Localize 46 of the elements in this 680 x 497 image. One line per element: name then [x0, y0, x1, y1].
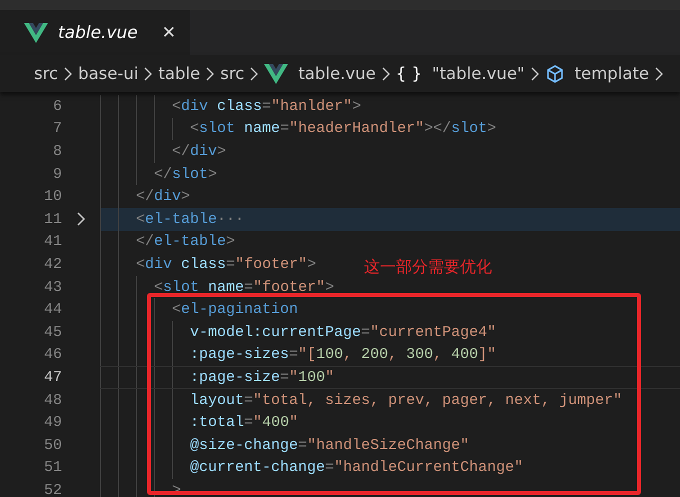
line-number: 50 — [42, 436, 62, 454]
line-number: 43 — [42, 278, 62, 296]
breadcrumb-item[interactable]: "table.vue" — [432, 64, 525, 83]
line-number: 48 — [42, 392, 62, 409]
line-number: 45 — [42, 324, 62, 341]
code-line: layout="total, sizes, prev, pager, next, jumper" — [189, 392, 622, 409]
code-line: <slot name="headerHandler"></slot> — [189, 120, 496, 138]
line-number: 51 — [42, 459, 62, 476]
code-line: @size-change="handleSizeChange" — [189, 436, 470, 454]
breadcrumb-item[interactable]: template — [574, 64, 650, 83]
line-number: 52 — [42, 482, 62, 497]
line-number: 6 — [52, 98, 62, 115]
line-number: 46 — [42, 346, 62, 364]
code-line: </div> — [135, 188, 190, 206]
code-line: :total="400" — [189, 414, 298, 432]
breadcrumb-item[interactable]: table.vue — [298, 64, 376, 83]
line-number: 11 — [42, 210, 62, 228]
line-number: 47 — [42, 368, 62, 386]
code-line: <slot name="footer"> — [153, 278, 334, 296]
line-number: 9 — [52, 166, 62, 183]
breadcrumb-item[interactable]: table — [158, 64, 200, 83]
code-line: </el-table> — [135, 233, 236, 250]
line-number: 44 — [42, 301, 62, 318]
code-line: :page-size="100" — [189, 368, 334, 386]
code-line: <div class="hanlder"> — [171, 98, 362, 115]
code-line: @current-change="handleCurrentChange" — [189, 459, 524, 476]
braces-icon: { } — [396, 64, 422, 83]
breadcrumb-item[interactable]: src — [34, 64, 58, 83]
code-line: <el-pagination — [171, 301, 298, 318]
line-number: 8 — [52, 142, 62, 160]
annotation-note: 这一部分需要优化 — [364, 257, 492, 278]
line-number: 41 — [42, 233, 62, 250]
code-line: v-model:currentPage="currentPage4" — [189, 324, 496, 341]
editor-tab[interactable]: table.vue ✕ — [0, 10, 190, 55]
code-line: </slot> — [153, 166, 218, 183]
code-line: </div> — [171, 142, 226, 160]
code-line: :page-sizes="[100, 200, 300, 400]" — [189, 346, 496, 364]
breadcrumb-item[interactable]: base-ui — [78, 64, 138, 83]
code-line: <div class="footer"> — [135, 256, 316, 273]
line-number: 10 — [42, 188, 62, 206]
line-number: 7 — [52, 120, 62, 138]
line-number: 49 — [42, 414, 62, 432]
close-icon[interactable]: ✕ — [162, 22, 176, 42]
breadcrumb-item[interactable]: src — [220, 64, 244, 83]
line-number: 42 — [42, 256, 62, 273]
code-line: <el-table··· — [135, 210, 244, 228]
